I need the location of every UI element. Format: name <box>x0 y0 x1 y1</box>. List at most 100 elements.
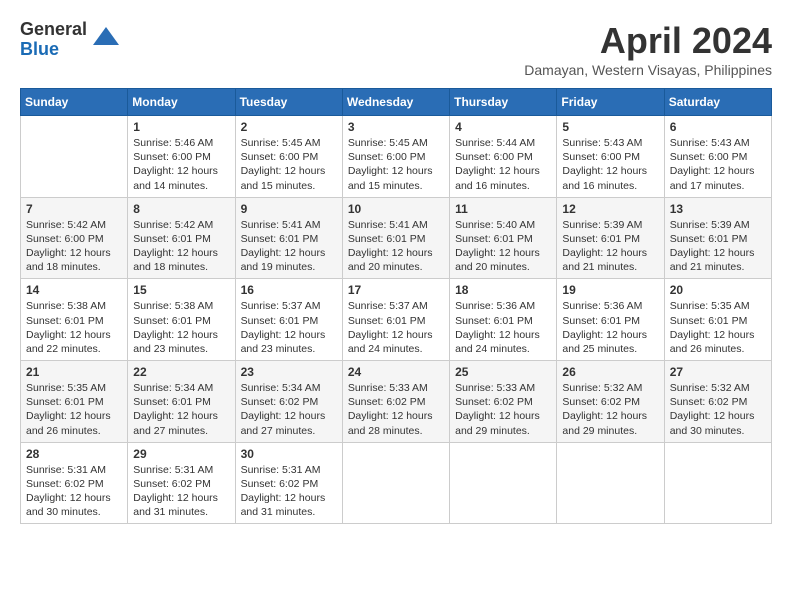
calendar-cell <box>557 442 664 524</box>
calendar-cell: 13 Sunrise: 5:39 AMSunset: 6:01 PMDayligh… <box>664 197 771 279</box>
day-info: Sunrise: 5:42 AMSunset: 6:00 PMDaylight:… <box>26 218 122 275</box>
day-info: Sunrise: 5:40 AMSunset: 6:01 PMDaylight:… <box>455 218 551 275</box>
day-info: Sunrise: 5:39 AMSunset: 6:01 PMDaylight:… <box>562 218 658 275</box>
day-number: 2 <box>241 120 337 134</box>
day-number: 27 <box>670 365 766 379</box>
week-row-2: 7 Sunrise: 5:42 AMSunset: 6:00 PMDaylight… <box>21 197 772 279</box>
day-info: Sunrise: 5:31 AMSunset: 6:02 PMDaylight:… <box>26 463 122 520</box>
weekday-header-wednesday: Wednesday <box>342 89 449 116</box>
day-info: Sunrise: 5:46 AMSunset: 6:00 PMDaylight:… <box>133 136 229 193</box>
day-info: Sunrise: 5:44 AMSunset: 6:00 PMDaylight:… <box>455 136 551 193</box>
day-number: 7 <box>26 202 122 216</box>
day-info: Sunrise: 5:42 AMSunset: 6:01 PMDaylight:… <box>133 218 229 275</box>
weekday-header-thursday: Thursday <box>450 89 557 116</box>
day-info: Sunrise: 5:41 AMSunset: 6:01 PMDaylight:… <box>348 218 444 275</box>
calendar-cell: 28 Sunrise: 5:31 AMSunset: 6:02 PMDayligh… <box>21 442 128 524</box>
day-number: 13 <box>670 202 766 216</box>
calendar-cell: 10Sunrise: 5:41 AMSunset: 6:01 PMDayligh… <box>342 197 449 279</box>
weekday-header-friday: Friday <box>557 89 664 116</box>
day-number: 19 <box>562 283 658 297</box>
day-info: Sunrise: 5:45 AMSunset: 6:00 PMDaylight:… <box>241 136 337 193</box>
logo: General Blue <box>20 20 121 60</box>
day-number: 3 <box>348 120 444 134</box>
calendar-cell <box>21 116 128 198</box>
day-number: 8 <box>133 202 229 216</box>
day-info: Sunrise: 5:35 AMSunset: 6:01 PMDaylight:… <box>670 299 766 356</box>
week-row-3: 14 Sunrise: 5:38 AMSunset: 6:01 PMDayligh… <box>21 279 772 361</box>
day-number: 1 <box>133 120 229 134</box>
month-year-title: April 2024 <box>524 20 772 62</box>
calendar-cell: 5Sunrise: 5:43 AMSunset: 6:00 PMDaylight… <box>557 116 664 198</box>
day-number: 14 <box>26 283 122 297</box>
day-number: 16 <box>241 283 337 297</box>
day-number: 21 <box>26 365 122 379</box>
title-block: April 2024 Damayan, Western Visayas, Phi… <box>524 20 772 78</box>
calendar-cell: 27 Sunrise: 5:32 AMSunset: 6:02 PMDayligh… <box>664 361 771 443</box>
calendar-cell: 17 Sunrise: 5:37 AMSunset: 6:01 PMDayligh… <box>342 279 449 361</box>
calendar-cell <box>450 442 557 524</box>
calendar-cell: 19 Sunrise: 5:36 AMSunset: 6:01 PMDayligh… <box>557 279 664 361</box>
day-info: Sunrise: 5:35 AMSunset: 6:01 PMDaylight:… <box>26 381 122 438</box>
calendar-cell <box>664 442 771 524</box>
day-number: 24 <box>348 365 444 379</box>
weekday-header-row: SundayMondayTuesdayWednesdayThursdayFrid… <box>21 89 772 116</box>
day-number: 9 <box>241 202 337 216</box>
day-info: Sunrise: 5:41 AMSunset: 6:01 PMDaylight:… <box>241 218 337 275</box>
day-number: 15 <box>133 283 229 297</box>
calendar-cell: 2 Sunrise: 5:45 AMSunset: 6:00 PMDaylight… <box>235 116 342 198</box>
day-info: Sunrise: 5:34 AMSunset: 6:01 PMDaylight:… <box>133 381 229 438</box>
logo-icon <box>91 25 121 55</box>
calendar-cell: 4Sunrise: 5:44 AMSunset: 6:00 PMDaylight… <box>450 116 557 198</box>
day-number: 12 <box>562 202 658 216</box>
day-info: Sunrise: 5:37 AMSunset: 6:01 PMDaylight:… <box>348 299 444 356</box>
weekday-header-tuesday: Tuesday <box>235 89 342 116</box>
weekday-header-sunday: Sunday <box>21 89 128 116</box>
weekday-header-monday: Monday <box>128 89 235 116</box>
calendar-cell: 26Sunrise: 5:32 AMSunset: 6:02 PMDayligh… <box>557 361 664 443</box>
day-info: Sunrise: 5:33 AMSunset: 6:02 PMDaylight:… <box>455 381 551 438</box>
calendar-table: SundayMondayTuesdayWednesdayThursdayFrid… <box>20 88 772 524</box>
day-number: 28 <box>26 447 122 461</box>
day-number: 30 <box>241 447 337 461</box>
day-info: Sunrise: 5:37 AMSunset: 6:01 PMDaylight:… <box>241 299 337 356</box>
day-info: Sunrise: 5:34 AMSunset: 6:02 PMDaylight:… <box>241 381 337 438</box>
calendar-cell: 22Sunrise: 5:34 AMSunset: 6:01 PMDayligh… <box>128 361 235 443</box>
day-number: 6 <box>670 120 766 134</box>
day-info: Sunrise: 5:39 AMSunset: 6:01 PMDaylight:… <box>670 218 766 275</box>
day-number: 20 <box>670 283 766 297</box>
day-number: 25 <box>455 365 551 379</box>
day-number: 17 <box>348 283 444 297</box>
day-info: Sunrise: 5:36 AMSunset: 6:01 PMDaylight:… <box>455 299 551 356</box>
location-subtitle: Damayan, Western Visayas, Philippines <box>524 62 772 78</box>
calendar-cell <box>342 442 449 524</box>
calendar-cell: 20 Sunrise: 5:35 AMSunset: 6:01 PMDayligh… <box>664 279 771 361</box>
logo-blue: Blue <box>20 39 59 59</box>
calendar-cell: 3Sunrise: 5:45 AMSunset: 6:00 PMDaylight… <box>342 116 449 198</box>
calendar-cell: 11Sunrise: 5:40 AMSunset: 6:01 PMDayligh… <box>450 197 557 279</box>
calendar-cell: 9 Sunrise: 5:41 AMSunset: 6:01 PMDaylight… <box>235 197 342 279</box>
day-info: Sunrise: 5:33 AMSunset: 6:02 PMDaylight:… <box>348 381 444 438</box>
calendar-cell: 6 Sunrise: 5:43 AMSunset: 6:00 PMDaylight… <box>664 116 771 198</box>
day-info: Sunrise: 5:36 AMSunset: 6:01 PMDaylight:… <box>562 299 658 356</box>
day-info: Sunrise: 5:43 AMSunset: 6:00 PMDaylight:… <box>670 136 766 193</box>
calendar-cell: 1 Sunrise: 5:46 AMSunset: 6:00 PMDaylight… <box>128 116 235 198</box>
day-number: 26 <box>562 365 658 379</box>
week-row-1: 1 Sunrise: 5:46 AMSunset: 6:00 PMDaylight… <box>21 116 772 198</box>
week-row-4: 21 Sunrise: 5:35 AMSunset: 6:01 PMDayligh… <box>21 361 772 443</box>
day-info: Sunrise: 5:43 AMSunset: 6:00 PMDaylight:… <box>562 136 658 193</box>
calendar-cell: 14 Sunrise: 5:38 AMSunset: 6:01 PMDayligh… <box>21 279 128 361</box>
day-number: 18 <box>455 283 551 297</box>
calendar-cell: 29Sunrise: 5:31 AMSunset: 6:02 PMDayligh… <box>128 442 235 524</box>
calendar-cell: 18 Sunrise: 5:36 AMSunset: 6:01 PMDayligh… <box>450 279 557 361</box>
day-info: Sunrise: 5:38 AMSunset: 6:01 PMDaylight:… <box>26 299 122 356</box>
week-row-5: 28 Sunrise: 5:31 AMSunset: 6:02 PMDayligh… <box>21 442 772 524</box>
calendar-cell: 15 Sunrise: 5:38 AMSunset: 6:01 PMDayligh… <box>128 279 235 361</box>
calendar-cell: 8 Sunrise: 5:42 AMSunset: 6:01 PMDaylight… <box>128 197 235 279</box>
day-info: Sunrise: 5:38 AMSunset: 6:01 PMDaylight:… <box>133 299 229 356</box>
day-info: Sunrise: 5:31 AMSunset: 6:02 PMDaylight:… <box>241 463 337 520</box>
day-number: 23 <box>241 365 337 379</box>
day-info: Sunrise: 5:32 AMSunset: 6:02 PMDaylight:… <box>670 381 766 438</box>
calendar-cell: 23 Sunrise: 5:34 AMSunset: 6:02 PMDayligh… <box>235 361 342 443</box>
calendar-cell: 16 Sunrise: 5:37 AMSunset: 6:01 PMDayligh… <box>235 279 342 361</box>
page-header: General Blue April 2024 Damayan, Western… <box>20 20 772 78</box>
